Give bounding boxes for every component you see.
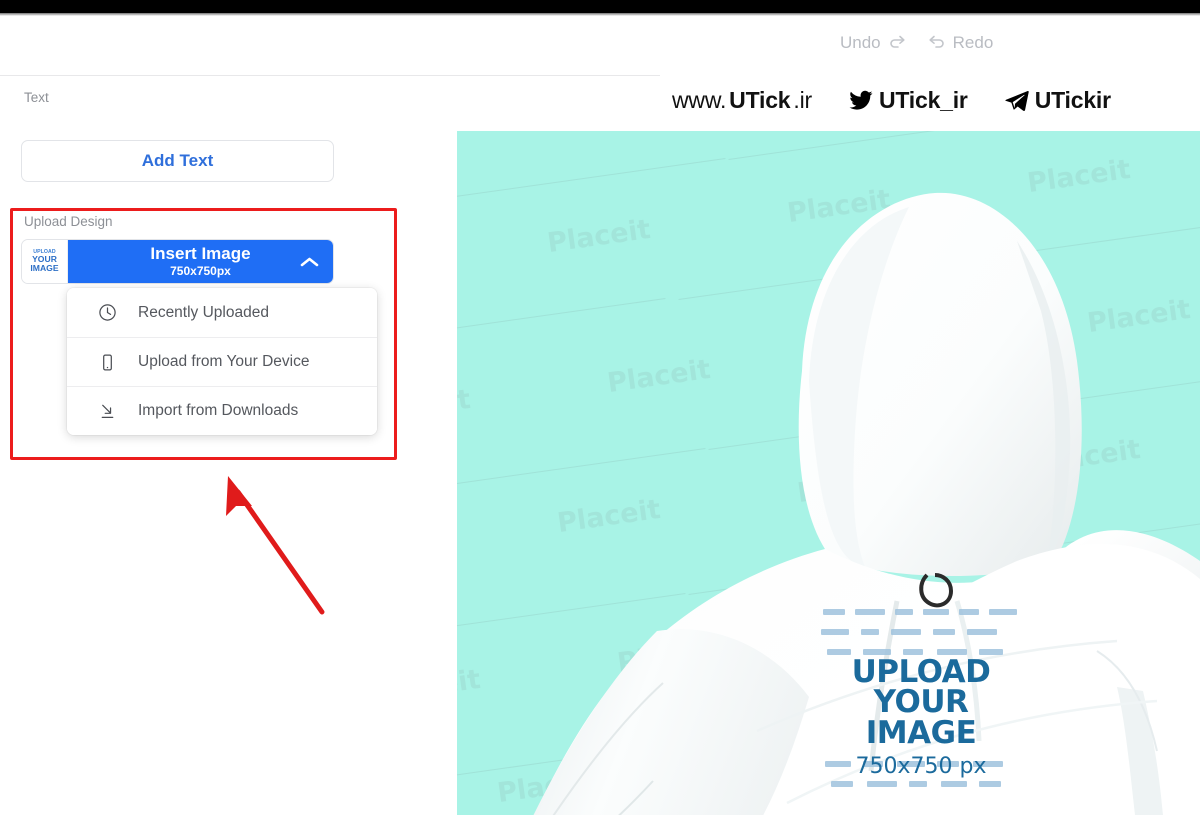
menu-item-label: Upload from Your Device	[138, 353, 310, 370]
design-line-3: IMAGE	[865, 714, 977, 751]
top-bar-shadow	[0, 13, 1200, 16]
menu-item-recently-uploaded[interactable]: Recently Uploaded	[67, 288, 377, 337]
insert-image-button[interactable]: Insert Image 750x750px	[68, 240, 333, 283]
telegram-watermark: UTickir	[1002, 87, 1111, 114]
thumb-line-3: IMAGE	[30, 263, 59, 274]
left-editor-panel: Text Add Text	[0, 90, 430, 182]
undo-label: Undo	[840, 33, 881, 52]
insert-image-control: UPLOAD YOUR IMAGE Insert Image 750x750px	[21, 239, 334, 284]
twitter-handle: UTick_ir	[878, 86, 968, 113]
twitter-watermark: UTick_ir	[846, 87, 968, 114]
add-text-button[interactable]: Add Text	[21, 140, 334, 182]
design-line-2: YOUR	[873, 684, 969, 721]
twitter-bird-icon	[849, 90, 873, 110]
redo-label: Redo	[952, 33, 994, 52]
design-size-label: 750x750 px	[855, 754, 987, 780]
undo-arrow-icon	[889, 35, 905, 48]
website-name: UTick	[729, 86, 791, 113]
download-to-line-icon	[97, 402, 117, 421]
redo-arrow-icon	[929, 35, 944, 48]
placeit-mockup-editor: Undo Redo www. UTick .ir UTick_ir UTicki…	[0, 0, 1200, 815]
website-prefix: www.	[672, 86, 727, 113]
menu-item-import-from-downloads[interactable]: Import from Downloads	[67, 386, 377, 435]
menu-item-label: Import from Downloads	[138, 402, 299, 419]
menu-item-upload-from-device[interactable]: Upload from Your Device	[67, 337, 377, 386]
insert-image-subtitle: 750x750px	[170, 263, 231, 278]
design-line-1: UPLOAD	[851, 654, 991, 690]
telegram-handle: UTickir	[1034, 86, 1111, 113]
text-section-label: Text	[24, 90, 49, 105]
browser-top-bar	[0, 0, 1200, 13]
hoodie-left-sleeve	[533, 629, 809, 815]
redo-button[interactable]: Redo	[925, 33, 994, 53]
design-placeholder-area[interactable]: UPLOAD YOUR IMAGE 750x750 px	[821, 609, 1021, 794]
chevron-up-icon	[300, 257, 319, 266]
website-watermark: www. UTick .ir	[672, 87, 812, 114]
insert-image-thumbnail: UPLOAD YOUR IMAGE	[22, 240, 68, 283]
undo-redo-toolbar: Undo Redo	[840, 33, 993, 53]
upload-design-label: Upload Design	[24, 214, 113, 229]
mockup-canvas[interactable]: Placeit Placeit Placeit Placeit Placeit …	[457, 131, 1200, 815]
mobile-phone-icon	[97, 353, 117, 372]
branding-watermark-strip: www. UTick .ir UTick_ir UTickir	[660, 78, 1200, 122]
insert-image-title: Insert Image	[150, 244, 251, 264]
menu-item-label: Recently Uploaded	[138, 303, 269, 321]
website-tld: .ir	[793, 86, 812, 113]
insert-image-dropdown-menu: Recently Uploaded Upload from Your Devic…	[67, 288, 377, 435]
design-placeholder-text: UPLOAD YOUR IMAGE 750x750 px	[821, 654, 1021, 780]
header-divider	[0, 75, 660, 76]
undo-button[interactable]: Undo	[840, 33, 909, 53]
telegram-plane-icon	[1005, 90, 1029, 111]
clock-icon	[97, 303, 117, 322]
